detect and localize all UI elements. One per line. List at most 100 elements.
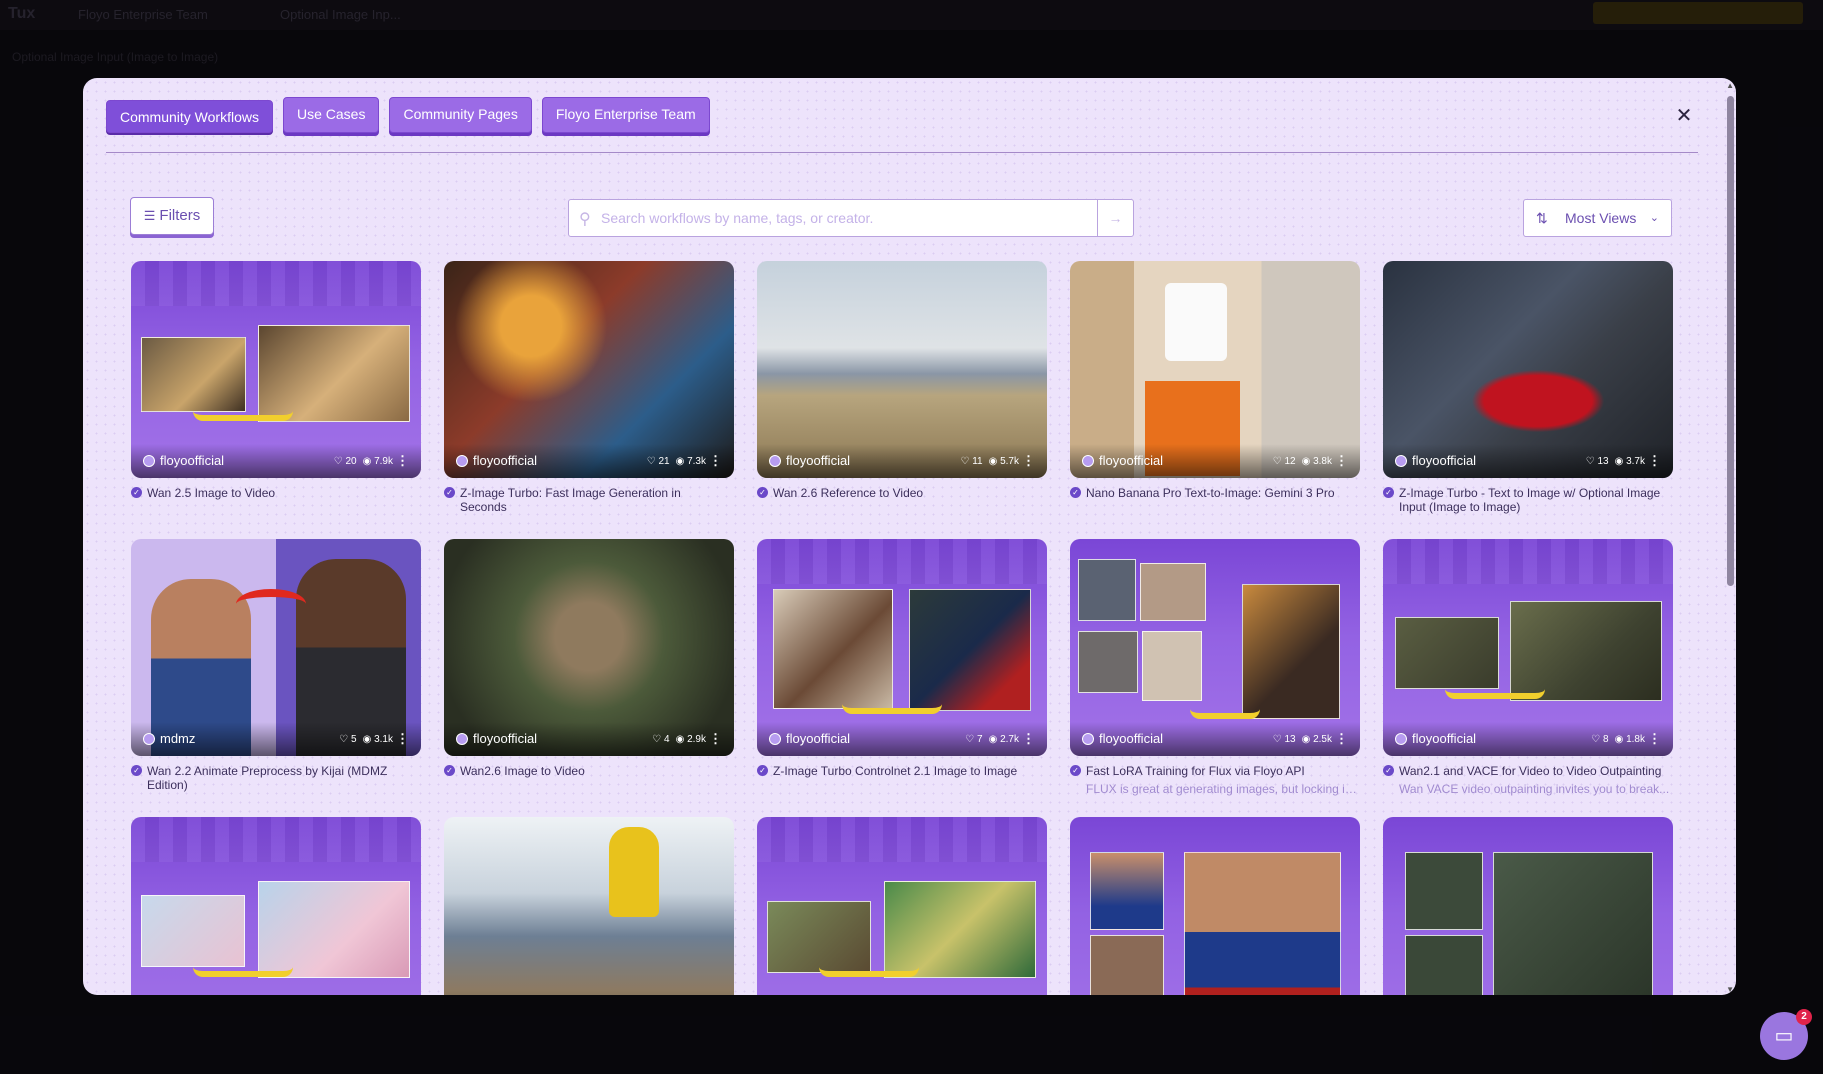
views-count: ◉ 3.1k [362,734,393,745]
more-options-icon[interactable]: ⋮ [709,731,722,747]
filters-button[interactable]: ☰ Filters [130,197,214,235]
card-author[interactable]: floyoofficial [1099,453,1163,468]
workflow-thumbnail[interactable] [1070,817,1360,995]
tab-floyo-enterprise-team[interactable]: Floyo Enterprise Team [541,97,710,133]
workflow-card[interactable]: floyoofficial ♡ 20 ◉ 7.9k ⋮ ✓ Wan 2.5 Imag… [131,261,421,539]
card-title[interactable]: ✓ Wan 2.6 Reference to Video [757,486,1047,500]
notification-badge: 2 [1796,1009,1812,1025]
tab-divider [106,152,1698,153]
verified-icon: ✓ [757,487,768,498]
more-options-icon[interactable]: ⋮ [1648,453,1661,469]
workflow-thumbnail[interactable] [444,817,734,995]
card-author[interactable]: floyoofficial [1412,453,1476,468]
card-title[interactable]: ✓ Z-Image Turbo: Fast Image Generation in… [444,486,734,514]
card-description: Wan VACE video outpainting invites you t… [1399,782,1670,796]
workflow-thumbnail[interactable]: floyoofficial ♡ 7 ◉ 2.7k ⋮ [757,539,1047,756]
likes-count: ♡ 4 [652,734,670,745]
after-image [258,325,410,422]
card-author[interactable]: floyoofficial [1412,731,1476,746]
workflow-card[interactable] [1383,817,1673,995]
more-options-icon[interactable]: ⋮ [396,731,409,747]
workflow-thumbnail[interactable]: floyoofficial ♡ 13 ◉ 2.5k ⋮ [1070,539,1360,756]
reference-image [1405,852,1483,930]
workflow-thumbnail[interactable]: floyoofficial ♡ 12 ◉ 3.8k ⋮ [1070,261,1360,478]
card-title[interactable]: ✓ Fast LoRA Training for Flux via Floyo A… [1070,764,1360,778]
card-author[interactable]: floyoofficial [160,453,224,468]
more-options-icon[interactable]: ⋮ [709,453,722,469]
likes-count: ♡ 7 [965,734,983,745]
avatar [456,732,468,745]
tab-use-cases[interactable]: Use Cases [283,97,380,133]
card-author[interactable]: floyoofficial [786,453,850,468]
workflow-card[interactable]: floyoofficial ♡ 13 ◉ 2.5k ⋮ ✓ Fast LoRA Tr… [1070,539,1360,817]
card-author[interactable]: floyoofficial [473,731,537,746]
workflow-thumbnail[interactable] [757,817,1047,995]
workflow-thumbnail[interactable]: floyoofficial ♡ 21 ◉ 7.3k ⋮ [444,261,734,478]
arrow-icon [236,589,306,619]
likes-count: ♡ 8 [1591,734,1609,745]
card-author[interactable]: floyoofficial [786,731,850,746]
tab-community-workflows[interactable]: Community Workflows [106,100,273,133]
scroll-up-icon[interactable]: ▲ [1726,81,1734,90]
more-options-icon[interactable]: ⋮ [1648,731,1661,747]
card-title[interactable]: ✓ Wan2.6 Image to Video [444,764,734,778]
search-input[interactable] [601,200,1101,236]
verified-icon: ✓ [444,765,455,776]
card-title[interactable]: ✓ Wan 2.5 Image to Video [131,486,421,500]
verified-icon: ✓ [1383,487,1394,498]
motorcycle-image [1453,361,1623,441]
views-count: ◉ 1.8k [1614,734,1645,745]
before-image [773,589,893,709]
workflow-thumbnail[interactable]: mdmz ♡ 5 ◉ 3.1k ⋮ [131,539,421,756]
scroll-down-icon[interactable]: ▼ [1726,985,1734,994]
more-options-icon[interactable]: ⋮ [1335,731,1348,747]
more-options-icon[interactable]: ⋮ [1022,453,1035,469]
workflow-thumbnail[interactable]: floyoofficial ♡ 13 ◉ 3.7k ⋮ [1383,261,1673,478]
before-image [767,901,871,973]
verified-icon: ✓ [131,765,142,776]
arrow-right-icon[interactable]: → [1097,200,1133,236]
workflow-card[interactable]: floyoofficial ♡ 13 ◉ 3.7k ⋮ ✓ Z-Image Turb… [1383,261,1673,539]
workflow-card[interactable]: floyoofficial ♡ 4 ◉ 2.9k ⋮ ✓ Wan2.6 Image … [444,539,734,817]
card-title[interactable]: ✓ Wan 2.2 Animate Preprocess by Kijai (MD… [131,764,421,792]
card-title[interactable]: ✓ Z-Image Turbo Controlnet 2.1 Image to I… [757,764,1047,778]
workflow-thumbnail[interactable]: floyoofficial ♡ 8 ◉ 1.8k ⋮ [1383,539,1673,756]
workflow-card[interactable] [131,817,421,995]
more-options-icon[interactable]: ⋮ [1022,731,1035,747]
workflow-card[interactable] [1070,817,1360,995]
workflow-card[interactable] [757,817,1047,995]
workflow-thumbnail[interactable] [1383,817,1673,995]
workflow-thumbnail[interactable]: floyoofficial ♡ 20 ◉ 7.9k ⋮ [131,261,421,478]
filters-label: Filters [159,207,201,224]
chat-icon: ▭ [1774,1025,1794,1047]
scrollbar-thumb[interactable] [1727,96,1734,586]
sort-dropdown[interactable]: ⇅ Most Views ⌄ [1523,199,1672,237]
chevron-down-icon: ⌄ [1649,212,1659,224]
card-title[interactable]: ✓ Wan2.1 and VACE for Video to Video Outp… [1383,764,1673,778]
close-icon[interactable]: ✕ [1674,106,1694,126]
chat-button[interactable]: ▭ 2 [1760,1009,1812,1060]
workflow-thumbnail[interactable]: floyoofficial ♡ 4 ◉ 2.9k ⋮ [444,539,734,756]
workflow-card[interactable]: floyoofficial ♡ 8 ◉ 1.8k ⋮ ✓ Wan2.1 and VA… [1383,539,1673,817]
card-title[interactable]: ✓ Z-Image Turbo - Text to Image w/ Option… [1383,486,1673,514]
card-author[interactable]: mdmz [160,731,195,746]
more-options-icon[interactable]: ⋮ [396,453,409,469]
workflow-thumbnail[interactable]: floyoofficial ♡ 11 ◉ 5.7k ⋮ [757,261,1047,478]
workflow-card[interactable] [444,817,734,995]
card-author[interactable]: floyoofficial [473,453,537,468]
arrow-icon [193,411,293,421]
workflow-card[interactable]: floyoofficial ♡ 21 ◉ 7.3k ⋮ ✓ Z-Image Turb… [444,261,734,539]
workflow-thumbnail[interactable] [131,817,421,995]
more-options-icon[interactable]: ⋮ [1335,453,1348,469]
workflow-card[interactable]: floyoofficial ♡ 12 ◉ 3.8k ⋮ ✓ Nano Banana … [1070,261,1360,539]
card-author[interactable]: floyoofficial [1099,731,1163,746]
workflow-grid: floyoofficial ♡ 20 ◉ 7.9k ⋮ ✓ Wan 2.5 Imag… [131,261,1673,995]
search-bar: ⚲ → [568,199,1134,237]
workflow-browser-modal: Community Workflows Use Cases Community … [83,78,1736,995]
workflow-card[interactable]: mdmz ♡ 5 ◉ 3.1k ⋮ ✓ Wan 2.2 Animate Prepro… [131,539,421,817]
card-title[interactable]: ✓ Nano Banana Pro Text-to-Image: Gemini 3… [1070,486,1360,500]
workflow-card[interactable]: floyoofficial ♡ 7 ◉ 2.7k ⋮ ✓ Z-Image Turbo… [757,539,1047,817]
workflow-card[interactable]: floyoofficial ♡ 11 ◉ 5.7k ⋮ ✓ Wan 2.6 Refe… [757,261,1047,539]
tab-community-pages[interactable]: Community Pages [389,97,532,133]
likes-count: ♡ 11 [960,456,983,467]
